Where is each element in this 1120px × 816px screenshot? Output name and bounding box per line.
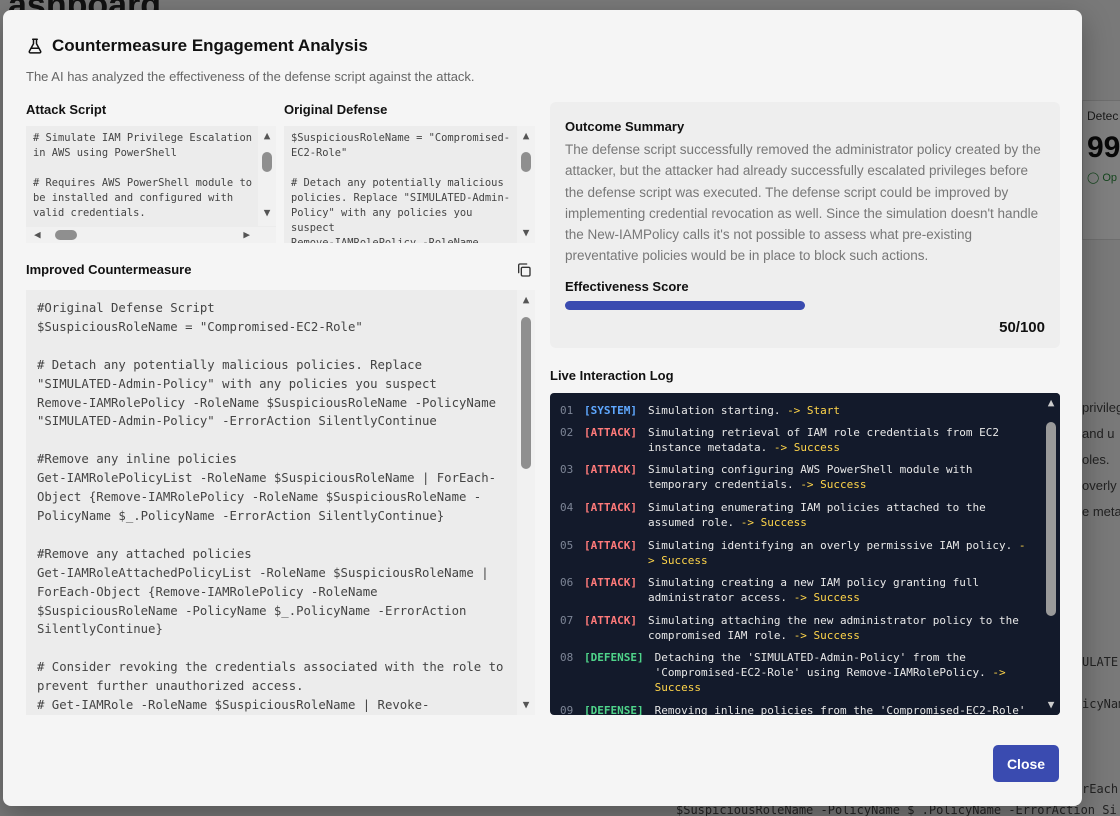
log-entry-message: Detaching the 'SIMULATED-Admin-Policy' f… — [655, 650, 1030, 695]
log-entry-number: 06 — [560, 576, 574, 589]
log-entry-text: Detaching the 'SIMULATED-Admin-Policy' f… — [654, 651, 986, 679]
log-entry-text: Simulating identifying an overly permiss… — [647, 539, 1013, 552]
scroll-down-icon[interactable]: ▼ — [1042, 698, 1060, 712]
scroll-thumb[interactable] — [521, 152, 531, 172]
live-interaction-log[interactable]: 01 [SYSTEM] Simulation starting. -> Start 0… — [550, 393, 1060, 715]
log-entry-tag: [ATTACK] — [584, 614, 637, 627]
log-entry-message: Simulating creating a new IAM policy gra… — [648, 575, 1030, 605]
effectiveness-score-value: 50/100 — [999, 319, 1045, 336]
improved-countermeasure-code: #Original Defense Script $SuspiciousRole… — [37, 301, 504, 713]
effectiveness-score-bar — [565, 301, 1044, 310]
log-entry-message: Simulating identifying an overly permiss… — [648, 538, 1030, 568]
log-entry-result: -> Start — [787, 404, 841, 417]
log-entry-number: 08 — [560, 651, 574, 664]
log-entry-tag: [ATTACK] — [584, 463, 637, 476]
scroll-down-icon[interactable]: ▼ — [517, 698, 535, 712]
improved-countermeasure-vscrollbar[interactable]: ▲ ▼ — [517, 290, 535, 715]
log-entry: 03 [ATTACK] Simulating configuring AWS Pow… — [560, 462, 1030, 492]
log-entry-tag: [ATTACK] — [584, 501, 637, 514]
log-entry: 05 [ATTACK] Simulating identifying an over… — [560, 538, 1030, 568]
log-entry: 06 [ATTACK] Simulating creating a new IAM … — [560, 575, 1030, 605]
log-entry-result: -> Success — [773, 441, 841, 454]
scroll-left-icon[interactable]: ◀ — [34, 227, 41, 243]
log-entry-number: 05 — [560, 539, 574, 552]
scroll-thumb[interactable] — [262, 152, 272, 172]
analysis-modal: Countermeasure Engagement Analysis The A… — [3, 10, 1082, 806]
scroll-up-icon[interactable]: ▲ — [1042, 396, 1060, 410]
log-entry-number: 03 — [560, 463, 574, 476]
scroll-up-icon[interactable]: ▲ — [517, 293, 535, 307]
log-entry-tag: [ATTACK] — [584, 539, 637, 552]
log-entry-text: Simulation starting. — [647, 404, 781, 417]
live-log-label: Live Interaction Log — [550, 368, 674, 383]
scroll-right-icon[interactable]: ▶ — [243, 227, 250, 243]
log-entry-tag: [DEFENSE] — [584, 651, 644, 664]
log-entry-tag: [ATTACK] — [584, 576, 637, 589]
log-entry-tag: [DEFENSE] — [584, 704, 644, 715]
original-defense-code: $SuspiciousRoleName = "Compromised-EC2-R… — [291, 132, 510, 243]
attack-script-label: Attack Script — [26, 102, 107, 117]
scroll-thumb[interactable] — [55, 230, 77, 240]
log-entry: 01 [SYSTEM] Simulation starting. -> Start — [560, 403, 1030, 418]
original-defense-vscrollbar[interactable]: ▲ ▼ — [517, 126, 535, 243]
log-entry-number: 09 — [560, 704, 574, 715]
modal-title: Countermeasure Engagement Analysis — [26, 36, 368, 56]
log-entry-text: Removing inline policies from the 'Compr… — [654, 704, 1026, 715]
effectiveness-score-heading: Effectiveness Score — [565, 279, 689, 294]
attack-script-vscrollbar[interactable]: ▲ ▼ — [258, 126, 276, 226]
attack-script-code-box[interactable]: # Simulate IAM Privilege Escalation in A… — [26, 126, 276, 243]
log-entry-result: -> Success — [800, 478, 867, 491]
original-defense-label: Original Defense — [284, 102, 388, 117]
scroll-thumb[interactable] — [1046, 422, 1056, 616]
attack-script-code: # Simulate IAM Privilege Escalation in A… — [33, 132, 252, 219]
log-entry-result: -> Success — [793, 591, 860, 604]
modal-title-text: Countermeasure Engagement Analysis — [52, 36, 368, 55]
log-entry-message: Simulating attaching the new administrat… — [648, 613, 1030, 643]
log-entry-number: 02 — [560, 426, 574, 439]
log-entry-message: Simulation starting. -> Start — [648, 403, 1030, 418]
log-entry: 04 [ATTACK] Simulating enumerating IAM pol… — [560, 500, 1030, 530]
outcome-summary-heading: Outcome Summary — [565, 119, 685, 134]
original-defense-code-box[interactable]: $SuspiciousRoleName = "Compromised-EC2-R… — [284, 126, 535, 243]
log-entry-tag: [SYSTEM] — [584, 404, 637, 417]
scroll-thumb[interactable] — [521, 317, 531, 469]
log-entry-number: 01 — [560, 404, 574, 417]
scroll-up-icon[interactable]: ▲ — [517, 129, 535, 143]
copy-icon[interactable] — [516, 262, 532, 278]
log-entry-text: Simulating enumerating IAM policies atta… — [647, 501, 986, 529]
live-log-vscrollbar[interactable]: ▲ ▼ — [1042, 393, 1060, 715]
flask-icon — [28, 38, 42, 54]
log-entry-message: Simulating enumerating IAM policies atta… — [648, 500, 1030, 530]
log-entry-number: 07 — [560, 614, 574, 627]
log-entry-message: Removing inline policies from the 'Compr… — [655, 703, 1030, 715]
log-entry: 08 [DEFENSE] Detaching the 'SIMULATED-Admi… — [560, 650, 1030, 695]
log-entry-result: -> Success — [740, 516, 807, 529]
outcome-summary-card: Outcome Summary The defense script succe… — [550, 102, 1060, 348]
effectiveness-score-fill — [565, 301, 805, 310]
log-entry: 07 [ATTACK] Simulating attaching the new a… — [560, 613, 1030, 643]
improved-countermeasure-label: Improved Countermeasure — [26, 262, 192, 277]
log-entry-result: -> Success — [793, 629, 860, 642]
close-button[interactable]: Close — [993, 745, 1059, 782]
log-entry: 09 [DEFENSE] Removing inline policies from… — [560, 703, 1030, 715]
attack-script-hscrollbar[interactable]: ◀ ▶ — [26, 227, 276, 243]
log-entry-tag: [ATTACK] — [584, 426, 637, 439]
scroll-down-icon[interactable]: ▼ — [517, 226, 535, 240]
log-entry-message: Simulating configuring AWS PowerShell mo… — [648, 462, 1030, 492]
log-entry-number: 04 — [560, 501, 574, 514]
scroll-up-icon[interactable]: ▲ — [258, 129, 276, 143]
modal-subtitle: The AI has analyzed the effectiveness of… — [26, 69, 475, 84]
outcome-summary-text: The defense script successfully removed … — [565, 142, 1041, 264]
log-entry: 02 [ATTACK] Simulating retrieval of IAM ro… — [560, 425, 1030, 455]
improved-countermeasure-code-box[interactable]: #Original Defense Script $SuspiciousRole… — [26, 290, 535, 715]
scroll-down-icon[interactable]: ▼ — [258, 206, 276, 220]
log-entry-message: Simulating retrieval of IAM role credent… — [648, 425, 1030, 455]
